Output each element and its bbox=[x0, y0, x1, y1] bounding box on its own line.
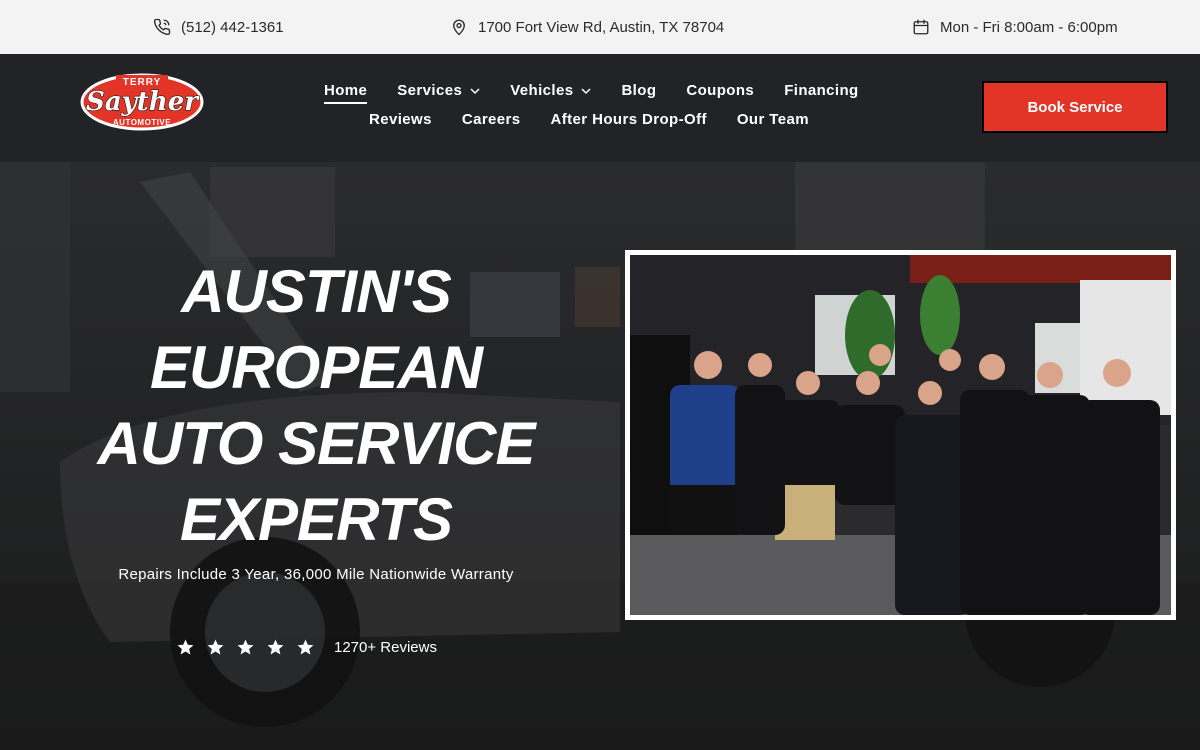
address-link[interactable]: 1700 Fort View Rd, Austin, TX 78704 bbox=[450, 0, 724, 54]
main-nav-row-1: Home Services Vehicles Blog Coupons Fina… bbox=[324, 82, 859, 104]
reviews-count: 1270+ Reviews bbox=[334, 639, 437, 656]
chevron-down-icon bbox=[470, 87, 480, 94]
sayther-logo: TERRY Sayther AUTOMOTIVE bbox=[80, 73, 204, 131]
hero-section: AUSTIN'S EUROPEAN AUTO SERVICE EXPERTS R… bbox=[0, 162, 1200, 750]
star-icon bbox=[297, 639, 314, 655]
hours-info: Mon - Fri 8:00am - 6:00pm bbox=[912, 0, 1118, 54]
nav-careers[interactable]: Careers bbox=[462, 111, 521, 128]
nav-blog[interactable]: Blog bbox=[621, 82, 656, 99]
address-text: 1700 Fort View Rd, Austin, TX 78704 bbox=[478, 18, 725, 36]
hero-title-line: EXPERTS bbox=[180, 486, 453, 553]
warranty-text: Repairs Include 3 Year, 36,000 Mile Nati… bbox=[118, 566, 514, 583]
nav-financing[interactable]: Financing bbox=[784, 82, 858, 99]
nav-coupons[interactable]: Coupons bbox=[686, 82, 754, 99]
phone-icon bbox=[153, 18, 171, 36]
book-service-button[interactable]: Book Service bbox=[982, 81, 1168, 133]
hero-title-line: EUROPEAN bbox=[149, 334, 483, 401]
phone-link[interactable]: (512) 442-1361 bbox=[153, 0, 284, 54]
map-pin-icon bbox=[453, 19, 465, 36]
star-icon bbox=[207, 639, 224, 655]
hero-title: AUSTIN'S EUROPEAN AUTO SERVICE EXPERTS bbox=[40, 254, 592, 558]
team-photo-frame bbox=[625, 250, 1176, 620]
hero-title-line: AUSTIN'S bbox=[181, 258, 452, 325]
nav-services[interactable]: Services bbox=[397, 82, 480, 99]
reviews-rating[interactable]: 1270+ Reviews bbox=[176, 638, 437, 657]
hero-title-line: AUTO SERVICE bbox=[97, 410, 536, 477]
star-icon bbox=[177, 639, 194, 655]
logo-bottom-text: AUTOMOTIVE bbox=[113, 118, 171, 127]
calendar-icon bbox=[913, 19, 929, 35]
nav-our-team[interactable]: Our Team bbox=[737, 111, 809, 128]
nav-vehicles[interactable]: Vehicles bbox=[510, 82, 591, 99]
nav-after-hours-drop-off[interactable]: After Hours Drop-Off bbox=[551, 111, 707, 128]
nav-reviews[interactable]: Reviews bbox=[369, 111, 432, 128]
logo-name-text: Sayther bbox=[86, 87, 200, 117]
hours-text: Mon - Fri 8:00am - 6:00pm bbox=[940, 18, 1118, 36]
site-header: TERRY Sayther AUTOMOTIVE Home Services V… bbox=[0, 54, 1200, 162]
site-logo[interactable]: TERRY Sayther AUTOMOTIVE bbox=[68, 72, 216, 132]
star-icon bbox=[267, 639, 284, 655]
star-icon bbox=[237, 639, 254, 655]
main-nav-row-2: Reviews Careers After Hours Drop-Off Our… bbox=[369, 111, 809, 128]
phone-number: (512) 442-1361 bbox=[181, 18, 284, 36]
chevron-down-icon bbox=[581, 87, 591, 94]
nav-home[interactable]: Home bbox=[324, 82, 368, 104]
team-photo bbox=[630, 255, 1171, 615]
top-info-bar: (512) 442-1361 1700 Fort View Rd, Austin… bbox=[0, 0, 1200, 54]
